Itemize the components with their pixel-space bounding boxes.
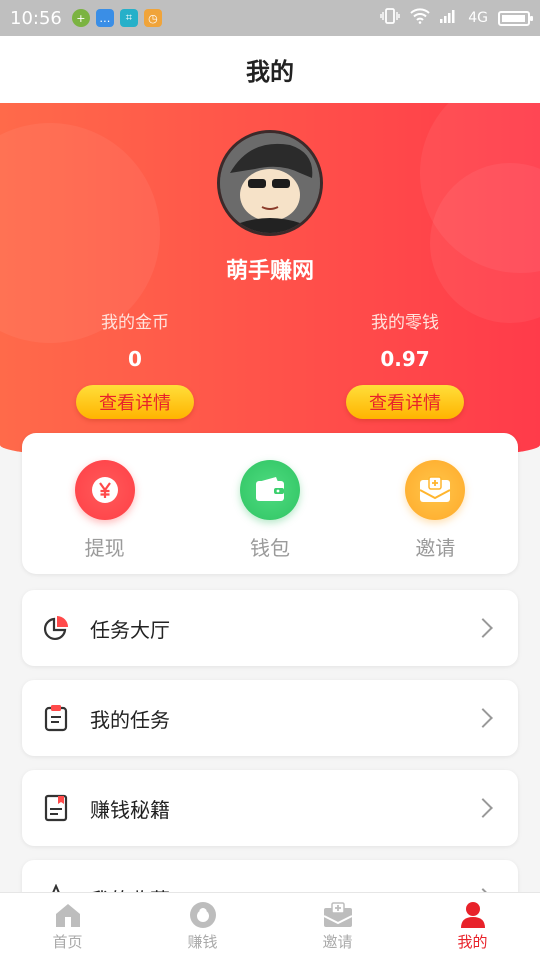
menu-label: 任务大厅 [90, 617, 170, 642]
user-icon [458, 901, 488, 929]
status-time: 10:56 [10, 7, 62, 29]
wallet-icon [239, 460, 300, 520]
inbox-icon [323, 901, 353, 929]
status-bar: 10:56 + … ⌗ ◷ 4G [0, 0, 540, 36]
avatar[interactable] [217, 130, 323, 236]
menu-item-my-tasks[interactable]: 我的任务 [22, 680, 518, 756]
scan-notification-icon: ⌗ [119, 9, 138, 27]
menu-label: 我的任务 [90, 707, 170, 732]
change-stat: 我的零钱 0.97 查看详情 [305, 308, 505, 419]
tab-home[interactable]: 首页 [0, 893, 135, 960]
change-value: 0.97 [380, 347, 430, 371]
menu-item-earning-guide[interactable]: 赚钱秘籍 [22, 770, 518, 846]
profile-hero: 萌手赚网 我的金币 0 查看详情 我的零钱 0.97 查看详情 [0, 103, 540, 463]
chevron-right-icon [473, 708, 493, 728]
coins-value: 0 [128, 347, 142, 371]
withdraw-label: 提现 [84, 536, 125, 560]
book-icon [42, 794, 70, 822]
quick-actions-card: 提现 钱包 邀请 [22, 433, 518, 574]
chevron-right-icon [473, 618, 493, 638]
tab-label: 邀请 [322, 933, 353, 951]
invite-label: 邀请 [415, 536, 456, 560]
chevron-right-icon [473, 798, 493, 818]
clipboard-icon [42, 704, 70, 732]
clock-notification-icon: ◷ [143, 9, 162, 27]
wallet-button[interactable]: 钱包 [187, 433, 352, 574]
coins-label: 我的金币 [101, 313, 169, 333]
page-title: 我的 [246, 58, 294, 86]
menu-label: 赚钱秘籍 [90, 797, 170, 822]
tab-earn[interactable]: 赚钱 [135, 893, 270, 960]
home-icon [53, 901, 83, 929]
tab-label: 首页 [52, 933, 83, 951]
pie-chart-icon [42, 614, 70, 642]
menu-item-task-hall[interactable]: 任务大厅 [22, 590, 518, 666]
username: 萌手赚网 [225, 259, 314, 284]
network-type: 4G [468, 10, 488, 26]
wifi-icon [410, 8, 430, 28]
tab-mine[interactable]: 我的 [405, 893, 540, 960]
wallet-label: 钱包 [249, 536, 290, 560]
vibrate-icon [380, 8, 400, 28]
yen-icon [74, 460, 135, 520]
tab-label: 我的 [457, 933, 488, 951]
change-detail-button[interactable]: 查看详情 [346, 385, 464, 419]
coins-stat: 我的金币 0 查看详情 [35, 308, 235, 419]
tab-label: 赚钱 [187, 933, 218, 951]
invite-button[interactable]: 邀请 [353, 433, 518, 574]
withdraw-button[interactable]: 提现 [22, 433, 187, 574]
message-notification-icon: … [95, 9, 114, 27]
envelope-icon [405, 460, 466, 520]
money-bag-icon [188, 901, 218, 929]
battery-icon [498, 10, 533, 26]
app-header: 我的 [0, 36, 540, 103]
change-label: 我的零钱 [371, 313, 439, 333]
app-notification-icon: + [71, 9, 90, 27]
tab-invite[interactable]: 邀请 [270, 893, 405, 960]
coins-detail-button[interactable]: 查看详情 [76, 385, 194, 419]
bottom-tab-bar: 首页 赚钱 邀请 我的 [0, 892, 540, 960]
signal-icon [440, 9, 458, 27]
